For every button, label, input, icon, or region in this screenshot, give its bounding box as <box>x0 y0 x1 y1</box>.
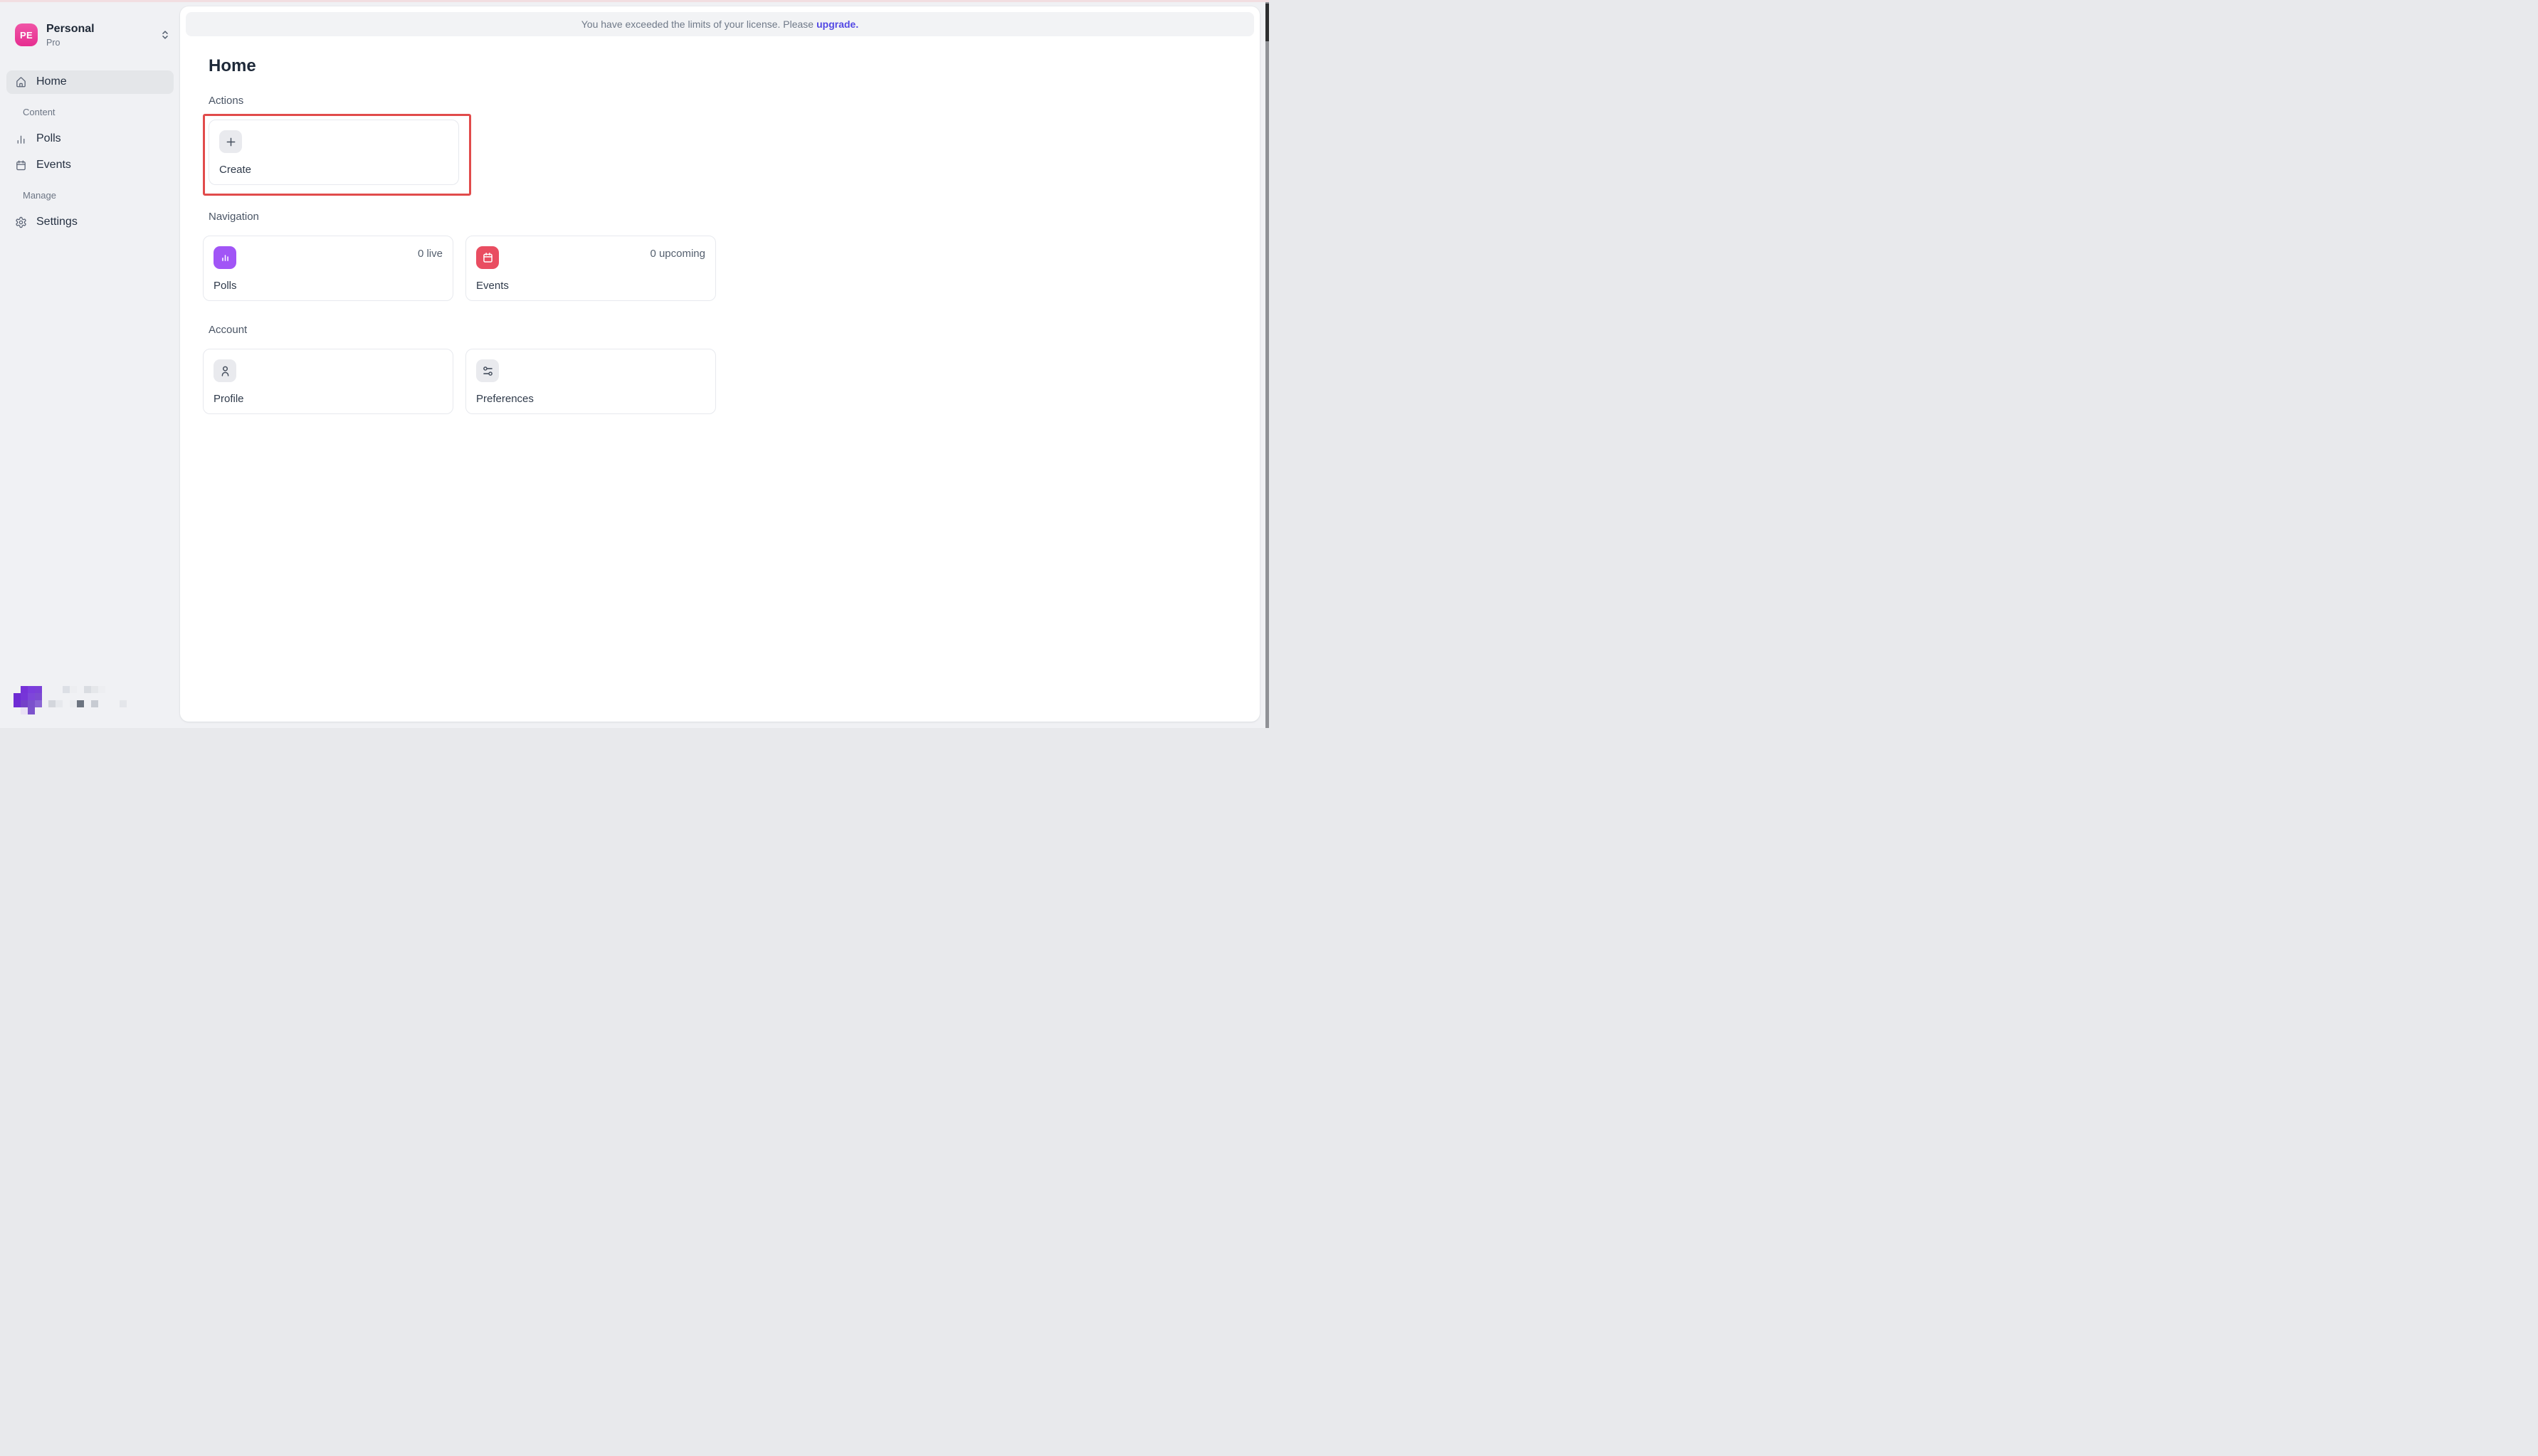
sidebar-section-content: Content <box>23 106 56 117</box>
polls-count: 0 live <box>417 248 443 260</box>
events-calendar-icon <box>476 246 499 269</box>
create-card[interactable]: Create <box>209 120 459 185</box>
main-content: Home Actions Create Navigation 0 live Po… <box>180 58 1260 414</box>
top-edge-strip <box>0 0 1269 2</box>
card-label: Events <box>476 280 509 292</box>
sidebar-item-label: Settings <box>36 216 78 228</box>
workspace-plan: Pro <box>46 37 60 48</box>
scrollbar-thumb[interactable] <box>1265 4 1269 41</box>
card-label: Create <box>219 164 252 176</box>
license-banner-suffix: . <box>855 19 859 30</box>
user-icon <box>214 359 236 382</box>
sidebar: PE Personal Pro Home Content Polls Event… <box>0 2 180 728</box>
sidebar-item-label: Polls <box>36 132 61 145</box>
sidebar-section-manage: Manage <box>23 189 56 201</box>
sidebar-item-polls[interactable]: Polls <box>6 127 174 151</box>
account-cards: Profile Preferences <box>203 349 1237 414</box>
events-count: 0 upcoming <box>650 248 705 260</box>
events-card[interactable]: 0 upcoming Events <box>465 236 716 301</box>
section-label-actions: Actions <box>209 95 244 107</box>
sidebar-item-settings[interactable]: Settings <box>6 211 174 234</box>
polls-card[interactable]: 0 live Polls <box>203 236 453 301</box>
card-label: Preferences <box>476 393 534 405</box>
workspace-meta: Personal Pro <box>46 23 150 48</box>
gear-icon <box>16 216 26 228</box>
chevrons-up-down-icon <box>162 31 168 39</box>
scrollbar[interactable] <box>1265 2 1269 728</box>
bar-chart-icon <box>17 135 25 144</box>
plus-icon <box>219 130 242 153</box>
section-label-account: Account <box>209 324 248 336</box>
sidebar-item-label: Events <box>36 159 71 172</box>
navigation-cards: 0 live Polls 0 upcoming Events <box>203 236 1237 301</box>
license-banner-text: You have exceeded the limits of your lic… <box>581 19 814 30</box>
sidebar-item-events[interactable]: Events <box>6 154 174 177</box>
workspace-avatar: PE <box>15 23 38 47</box>
section-label-navigation: Navigation <box>209 211 259 223</box>
workspace-switcher[interactable]: PE Personal Pro <box>15 23 172 48</box>
annotation-box: Create <box>203 114 471 196</box>
sidebar-nav: Home Content Polls Events Manage Setting… <box>6 70 174 234</box>
blurred-logo <box>12 680 137 719</box>
sidebar-item-label: Home <box>36 75 67 88</box>
preferences-card[interactable]: Preferences <box>465 349 716 414</box>
main-panel: You have exceeded the limits of your lic… <box>180 6 1260 722</box>
license-banner: You have exceeded the limits of your lic… <box>186 12 1254 36</box>
profile-card[interactable]: Profile <box>203 349 453 414</box>
card-label: Polls <box>214 280 237 292</box>
workspace-name: Personal <box>46 23 95 35</box>
house-icon <box>16 77 26 87</box>
app-window: PE Personal Pro Home Content Polls Event… <box>0 0 1269 728</box>
calendar-icon <box>16 160 26 170</box>
sliders-icon <box>476 359 499 382</box>
page-title: Home <box>209 56 256 75</box>
sidebar-item-home[interactable]: Home <box>6 70 174 94</box>
polls-bar-chart-icon <box>214 246 236 269</box>
card-label: Profile <box>214 393 244 405</box>
upgrade-link[interactable]: upgrade <box>816 19 855 30</box>
